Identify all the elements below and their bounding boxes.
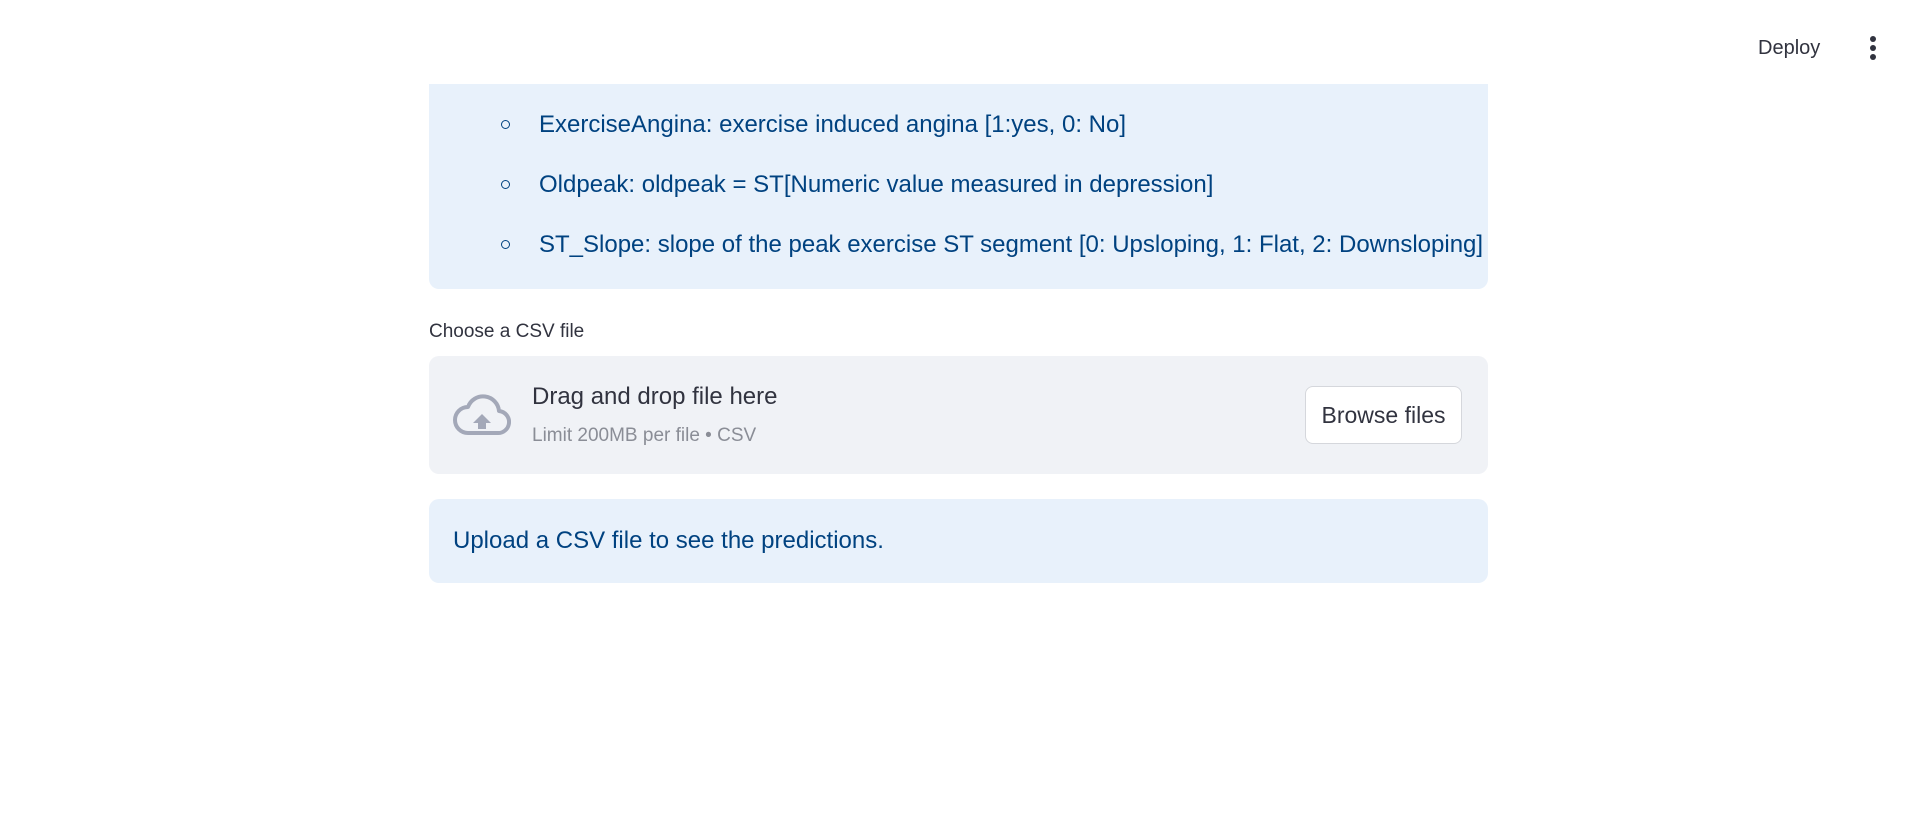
dropzone-limit-text: Limit 200MB per file • CSV <box>532 425 757 446</box>
dropzone-title: Drag and drop file here <box>532 383 778 410</box>
info-alert-text: Upload a CSV file to see the predictions… <box>453 527 884 554</box>
cloud-upload-icon <box>453 394 512 438</box>
file-uploader-label: Choose a CSV file <box>429 321 585 342</box>
circle-bullet-icon <box>501 180 510 189</box>
browse-files-button[interactable]: Browse files <box>1305 386 1462 444</box>
list-item-text: Oldpeak: oldpeak = ST[Numeric value meas… <box>539 171 1214 198</box>
circle-bullet-icon <box>501 240 510 249</box>
circle-bullet-icon <box>501 120 510 129</box>
info-alert: Upload a CSV file to see the predictions… <box>429 499 1488 583</box>
file-dropzone[interactable]: Drag and drop file here Limit 200MB per … <box>429 356 1488 474</box>
vertical-ellipsis-icon[interactable] <box>1858 32 1888 64</box>
feature-info-box: ExerciseAngina: exercise induced angina … <box>429 84 1488 289</box>
app-header: Deploy <box>0 0 1918 84</box>
deploy-button[interactable]: Deploy <box>1758 32 1820 64</box>
list-item-text: ExerciseAngina: exercise induced angina … <box>539 111 1127 138</box>
list-item-text: ST_Slope: slope of the peak exercise ST … <box>539 231 1484 258</box>
